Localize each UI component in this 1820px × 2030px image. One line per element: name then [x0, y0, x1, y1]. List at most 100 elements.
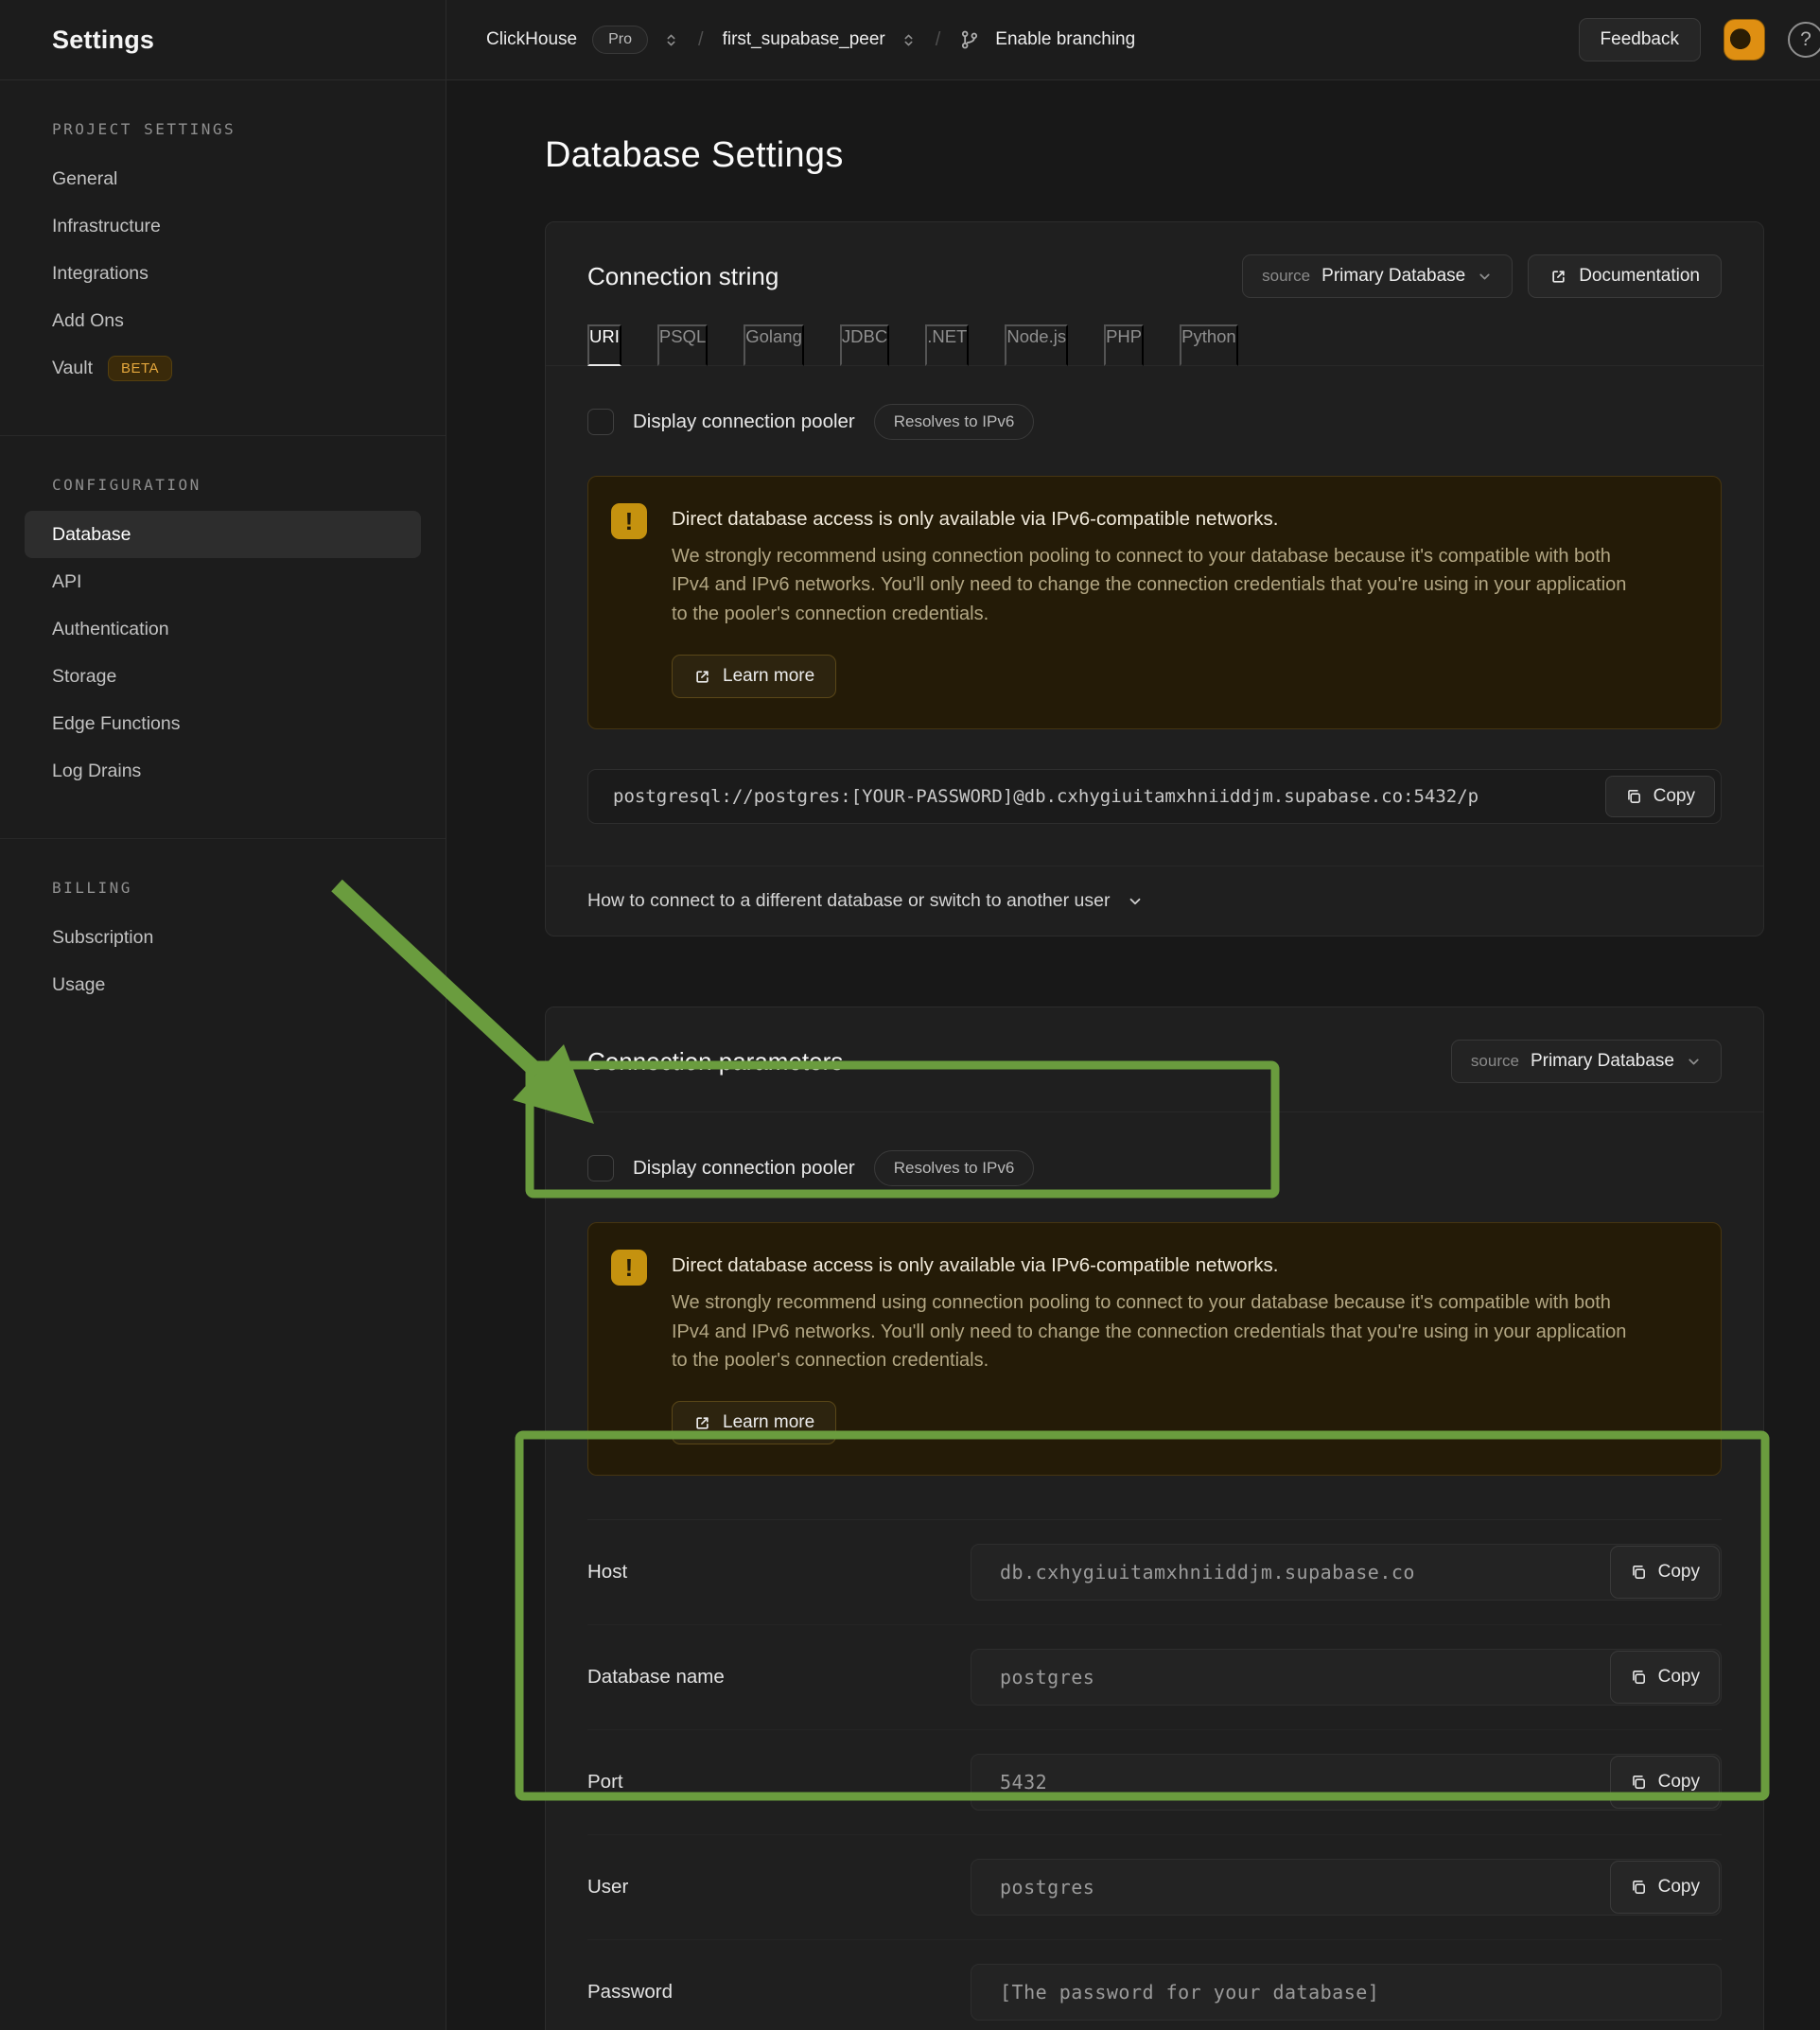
section-label-project-settings: PROJECT SETTINGS — [52, 120, 446, 138]
database-name-input[interactable]: postgres Copy — [971, 1649, 1722, 1706]
connection-uri-value: postgresql://postgres:[YOUR-PASSWORD]@db… — [613, 786, 1479, 807]
alert-icon: ! — [611, 503, 647, 539]
chevron-down-icon — [1127, 893, 1144, 910]
section-label-configuration: CONFIGURATION — [52, 476, 446, 494]
account-avatar[interactable] — [1724, 19, 1765, 61]
sidebar-item-database[interactable]: Database — [25, 511, 421, 558]
connection-string-tabs: URI PSQL Golang JDBC .NET Node.js PHP Py… — [546, 298, 1763, 366]
ipv6-badge: Resolves to IPv6 — [874, 1150, 1035, 1186]
breadcrumb-separator: / — [936, 29, 941, 51]
field-row-host: Host db.cxhygiuitamxhniiddjm.supabase.co… — [587, 1520, 1722, 1624]
breadcrumb-project[interactable]: first_supabase_peer — [723, 29, 885, 50]
ipv6-badge: Resolves to IPv6 — [874, 404, 1035, 440]
breadcrumb-org[interactable]: ClickHouse — [486, 29, 577, 50]
copy-icon — [1630, 1879, 1647, 1896]
sidebar-item-add-ons[interactable]: Add Ons — [25, 297, 421, 344]
sidebar-item-subscription[interactable]: Subscription — [25, 914, 421, 961]
copy-port-button[interactable]: Copy — [1610, 1756, 1720, 1809]
copy-user-button[interactable]: Copy — [1610, 1861, 1720, 1914]
ipv6-warning-callout: ! Direct database access is only availab… — [587, 1222, 1722, 1476]
sidebar-item-storage[interactable]: Storage — [25, 653, 421, 700]
host-input[interactable]: db.cxhygiuitamxhniiddjm.supabase.co Copy — [971, 1544, 1722, 1601]
external-link-icon — [693, 668, 711, 686]
warning-body: We strongly recommend using connection p… — [672, 1288, 1627, 1374]
org-switcher-icon[interactable] — [663, 31, 679, 49]
copy-icon — [1630, 1564, 1647, 1581]
connection-parameters-card: Connection parameters source Primary Dat… — [545, 1006, 1764, 2030]
sidebar-item-log-drains[interactable]: Log Drains — [25, 747, 421, 795]
sidebar-section-project-settings: PROJECT SETTINGS General Infrastructure … — [0, 120, 446, 392]
sidebar-item-api[interactable]: API — [25, 558, 421, 605]
user-input[interactable]: postgres Copy — [971, 1859, 1722, 1916]
project-switcher-icon[interactable] — [901, 31, 917, 49]
tab-nodejs[interactable]: Node.js — [1005, 324, 1068, 366]
alert-icon: ! — [611, 1250, 647, 1286]
connection-string-title: Connection string — [587, 262, 779, 291]
tab-jdbc[interactable]: JDBC — [840, 324, 889, 366]
sidebar-item-general[interactable]: General — [25, 155, 421, 202]
field-row-port: Port 5432 Copy — [587, 1729, 1722, 1834]
sidebar-item-usage[interactable]: Usage — [25, 961, 421, 1008]
warning-title: Direct database access is only available… — [672, 1254, 1627, 1277]
plan-badge: Pro — [592, 26, 648, 54]
copy-host-button[interactable]: Copy — [1610, 1546, 1720, 1599]
page-title: Database Settings — [545, 135, 1764, 176]
sidebar-item-authentication[interactable]: Authentication — [25, 605, 421, 653]
breadcrumb-separator: / — [698, 29, 704, 51]
sidebar-section-configuration: CONFIGURATION Database API Authenticatio… — [0, 435, 446, 795]
copy-icon — [1630, 1774, 1647, 1791]
warning-body: We strongly recommend using connection p… — [672, 542, 1627, 628]
warning-title: Direct database access is only available… — [672, 508, 1627, 531]
source-select[interactable]: source Primary Database — [1451, 1040, 1722, 1083]
breadcrumb: ClickHouse Pro / first_supabase_peer / E… — [486, 26, 1135, 54]
branch-icon — [959, 29, 980, 50]
connection-parameter-fields: Host db.cxhygiuitamxhniiddjm.supabase.co… — [587, 1519, 1722, 2030]
connect-help-toggle[interactable]: How to connect to a different database o… — [546, 866, 1763, 936]
chevron-down-icon — [1686, 1054, 1702, 1070]
beta-badge: BETA — [108, 356, 172, 381]
ipv6-warning-callout: ! Direct database access is only availab… — [587, 476, 1722, 729]
sidebar-item-infrastructure[interactable]: Infrastructure — [25, 202, 421, 250]
tab-php[interactable]: PHP — [1104, 324, 1144, 366]
tab-uri[interactable]: URI — [587, 324, 621, 366]
sidebar-item-vault[interactable]: Vault BETA — [25, 344, 421, 392]
password-input[interactable]: [The password for your database] — [971, 1964, 1722, 2021]
tab-dotnet[interactable]: .NET — [925, 324, 969, 366]
settings-sidebar: PROJECT SETTINGS General Infrastructure … — [0, 80, 446, 2030]
external-link-icon — [693, 1414, 711, 1432]
top-bar: Settings ClickHouse Pro / first_supabase… — [0, 0, 1820, 80]
sidebar-item-integrations[interactable]: Integrations — [25, 250, 421, 297]
field-row-database-name: Database name postgres Copy — [587, 1624, 1722, 1729]
main-content: Database Settings Connection string sour… — [446, 80, 1820, 2030]
pooler-label: Display connection pooler — [633, 411, 855, 433]
tab-golang[interactable]: Golang — [744, 324, 804, 366]
connection-uri-field[interactable]: postgresql://postgres:[YOUR-PASSWORD]@db… — [587, 769, 1722, 824]
external-link-icon — [1549, 268, 1567, 286]
learn-more-button[interactable]: Learn more — [672, 655, 836, 698]
field-row-user: User postgres Copy — [587, 1834, 1722, 1939]
sidebar-item-edge-functions[interactable]: Edge Functions — [25, 700, 421, 747]
copy-icon — [1630, 1669, 1647, 1686]
chevron-down-icon — [1477, 269, 1493, 285]
learn-more-button[interactable]: Learn more — [672, 1401, 836, 1444]
help-icon[interactable]: ? — [1788, 22, 1820, 58]
tab-psql[interactable]: PSQL — [657, 324, 708, 366]
copy-icon — [1625, 788, 1642, 805]
pooler-label: Display connection pooler — [633, 1157, 855, 1180]
connection-parameters-title: Connection parameters — [587, 1047, 843, 1076]
port-input[interactable]: 5432 Copy — [971, 1754, 1722, 1811]
connection-string-card: Connection string source Primary Databas… — [545, 221, 1764, 936]
display-connection-pooler-checkbox[interactable] — [587, 409, 614, 435]
enable-branching-button[interactable]: Enable branching — [995, 29, 1135, 50]
source-select[interactable]: source Primary Database — [1242, 254, 1513, 298]
documentation-button[interactable]: Documentation — [1528, 254, 1722, 298]
sidebar-section-billing: BILLING Subscription Usage — [0, 838, 446, 1008]
tab-python[interactable]: Python — [1180, 324, 1238, 366]
copy-database-name-button[interactable]: Copy — [1610, 1651, 1720, 1704]
field-row-password: Password [The password for your database… — [587, 1939, 1722, 2030]
settings-header-title: Settings — [0, 0, 446, 80]
copy-uri-button[interactable]: Copy — [1605, 776, 1715, 817]
section-label-billing: BILLING — [52, 879, 446, 897]
display-connection-pooler-checkbox[interactable] — [587, 1155, 614, 1181]
feedback-button[interactable]: Feedback — [1579, 18, 1701, 61]
